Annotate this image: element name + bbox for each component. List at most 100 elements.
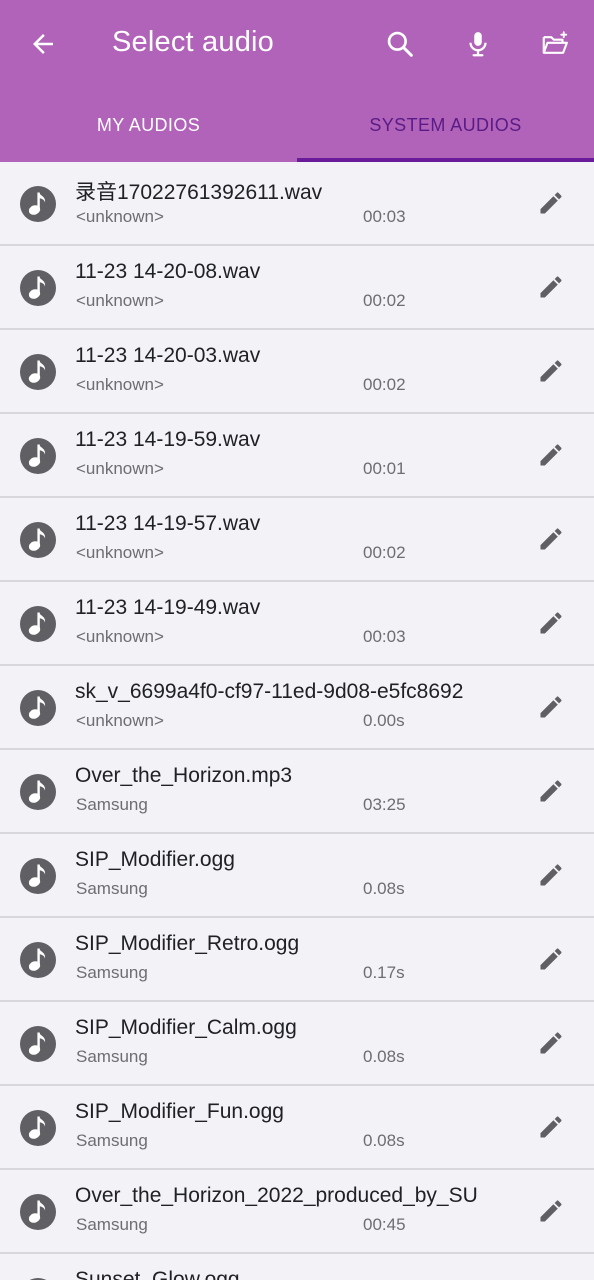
pencil-icon — [540, 1200, 562, 1222]
music-note-icon — [20, 186, 56, 222]
audio-duration: 0.17s — [363, 963, 405, 982]
pencil-icon — [540, 948, 562, 970]
list-item[interactable]: 11-23 14-19-49.wav <unknown> 00:03 — [0, 582, 594, 666]
audio-list[interactable]: 录音17022761392611.wav <unknown> 00:03 11-… — [0, 162, 594, 1280]
music-note-icon — [20, 1026, 56, 1062]
music-note-icon — [20, 858, 56, 894]
audio-artist: Samsung — [76, 879, 148, 898]
audio-name: SIP_Modifier_Calm.ogg — [75, 1016, 297, 1039]
audio-name: 11-23 14-20-03.wav — [75, 344, 261, 367]
audio-name: SIP_Modifier_Fun.ogg — [75, 1100, 284, 1123]
page-title: Select audio — [112, 26, 275, 58]
audio-artist: <unknown> — [76, 543, 164, 562]
pencil-icon — [540, 528, 562, 550]
browse-files-button[interactable] — [531, 20, 579, 68]
music-note-icon — [20, 1194, 56, 1230]
audio-duration: 00:01 — [363, 459, 406, 478]
music-note-icon — [20, 438, 56, 474]
audio-artist: <unknown> — [76, 375, 164, 394]
list-item[interactable]: 11-23 14-19-57.wav <unknown> 00:02 — [0, 498, 594, 582]
edit-button[interactable] — [528, 516, 574, 562]
toolbar: Select audio — [0, 0, 594, 88]
list-item[interactable]: 11-23 14-20-08.wav <unknown> 00:02 — [0, 246, 594, 330]
edit-button[interactable] — [528, 432, 574, 478]
audio-name: 11-23 14-20-08.wav — [75, 260, 261, 283]
audio-artist: <unknown> — [76, 627, 164, 646]
edit-button[interactable] — [528, 852, 574, 898]
edit-button[interactable] — [528, 1272, 574, 1280]
audio-duration: 00:02 — [363, 375, 406, 394]
list-item[interactable]: Over_the_Horizon_2022_produced_by_SU Sam… — [0, 1170, 594, 1254]
pencil-icon — [540, 192, 562, 214]
pencil-icon — [540, 1116, 562, 1138]
edit-button[interactable] — [528, 1188, 574, 1234]
music-note-icon — [20, 270, 56, 306]
search-button[interactable] — [376, 20, 424, 68]
audio-duration: 00:45 — [363, 1215, 406, 1234]
audio-artist: Samsung — [76, 963, 148, 982]
list-item[interactable]: Over_the_Horizon.mp3 Samsung 03:25 — [0, 750, 594, 834]
audio-artist: <unknown> — [76, 711, 164, 730]
list-item[interactable]: 11-23 14-19-59.wav <unknown> 00:01 — [0, 414, 594, 498]
music-note-icon — [20, 1110, 56, 1146]
app-bar: Select audio MY AUDIOS SYSTEM AUDIOS — [0, 0, 594, 162]
audio-duration: 0.08s — [363, 879, 405, 898]
back-button[interactable] — [18, 20, 68, 68]
edit-button[interactable] — [528, 1020, 574, 1066]
audio-name: sk_v_6699a4f0-cf97-11ed-9d08-e5fc8692 — [75, 680, 464, 703]
list-item[interactable]: sk_v_6699a4f0-cf97-11ed-9d08-e5fc8692 <u… — [0, 666, 594, 750]
music-note-icon — [20, 942, 56, 978]
pencil-icon — [540, 360, 562, 382]
search-icon — [387, 31, 413, 57]
edit-button[interactable] — [528, 264, 574, 310]
pencil-icon — [540, 780, 562, 802]
edit-button[interactable] — [528, 180, 574, 226]
audio-duration: 00:02 — [363, 291, 406, 310]
record-button[interactable] — [454, 20, 502, 68]
list-item[interactable]: SIP_Modifier_Fun.ogg Samsung 0.08s — [0, 1086, 594, 1170]
edit-button[interactable] — [528, 768, 574, 814]
audio-duration: 0.08s — [363, 1131, 405, 1150]
list-item[interactable]: SIP_Modifier_Retro.ogg Samsung 0.17s — [0, 918, 594, 1002]
music-note-icon — [20, 690, 56, 726]
audio-name: SIP_Modifier_Retro.ogg — [75, 932, 300, 955]
edit-button[interactable] — [528, 348, 574, 394]
list-item[interactable]: SIP_Modifier.ogg Samsung 0.08s — [0, 834, 594, 918]
tab-system-audios[interactable]: SYSTEM AUDIOS — [297, 88, 594, 162]
audio-artist: Samsung — [76, 1215, 148, 1234]
audio-duration: 0.00s — [363, 711, 405, 730]
music-note-icon — [20, 774, 56, 810]
music-note-icon — [20, 606, 56, 642]
list-item[interactable]: SIP_Modifier_Calm.ogg Samsung 0.08s — [0, 1002, 594, 1086]
audio-duration: 00:03 — [363, 207, 406, 226]
audio-name: 11-23 14-19-49.wav — [75, 596, 261, 619]
audio-name: 11-23 14-19-57.wav — [75, 512, 261, 535]
arrow-back-icon — [33, 34, 53, 54]
audio-artist: <unknown> — [76, 207, 164, 226]
pencil-icon — [540, 864, 562, 886]
audio-name: Over_the_Horizon_2022_produced_by_SU — [75, 1184, 478, 1207]
pencil-icon — [540, 444, 562, 466]
audio-duration: 0.08s — [363, 1047, 405, 1066]
edit-button[interactable] — [528, 936, 574, 982]
audio-artist: Samsung — [76, 1047, 148, 1066]
list-item[interactable]: 11-23 14-20-03.wav <unknown> 00:02 — [0, 330, 594, 414]
audio-name: 录音17022761392611.wav — [75, 181, 323, 204]
edit-button[interactable] — [528, 684, 574, 730]
select-audio-screen: Select audio MY AUDIOS SYSTEM AUDIOS 录音1… — [0, 0, 594, 1280]
audio-duration: 03:25 — [363, 795, 406, 814]
audio-artist: <unknown> — [76, 459, 164, 478]
tab-my-audios[interactable]: MY AUDIOS — [0, 88, 297, 162]
tab-bar: MY AUDIOS SYSTEM AUDIOS — [0, 88, 594, 162]
music-note-icon — [20, 522, 56, 558]
list-item[interactable]: Sunset_Glow.ogg Samsung — [0, 1254, 594, 1280]
edit-button[interactable] — [528, 600, 574, 646]
audio-name: Over_the_Horizon.mp3 — [75, 764, 293, 787]
folder-open-icon — [542, 31, 568, 54]
audio-duration: 00:03 — [363, 627, 406, 646]
audio-name: SIP_Modifier.ogg — [75, 848, 235, 871]
audio-artist: Samsung — [76, 1131, 148, 1150]
edit-button[interactable] — [528, 1104, 574, 1150]
list-item[interactable]: 录音17022761392611.wav <unknown> 00:03 — [0, 162, 594, 246]
audio-duration: 00:02 — [363, 543, 406, 562]
